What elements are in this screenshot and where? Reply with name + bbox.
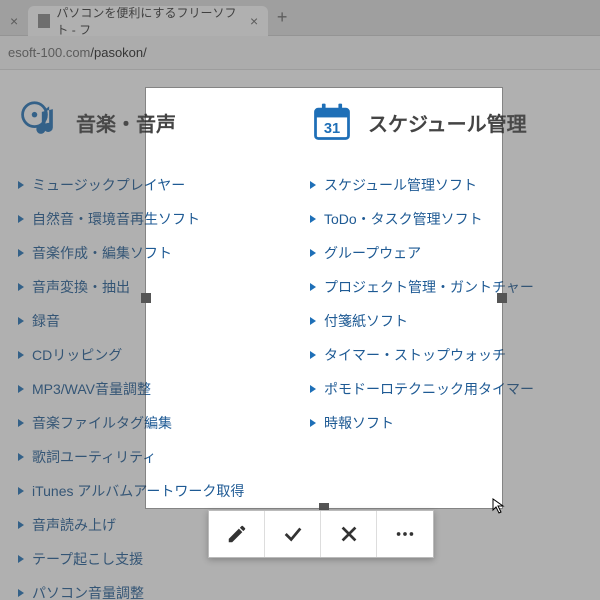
list-item-link[interactable]: 自然音・環境音再生ソフト	[32, 209, 200, 229]
chevron-right-icon	[18, 419, 24, 427]
list-item-link[interactable]: ポモドーロテクニック用タイマー	[324, 379, 534, 399]
list-item[interactable]: 付箋紙ソフト	[310, 304, 582, 338]
list-item-link[interactable]: CDリッピング	[32, 345, 122, 365]
chevron-right-icon	[18, 181, 24, 189]
chevron-right-icon	[18, 283, 24, 291]
chevron-right-icon	[310, 317, 316, 325]
list-item[interactable]: ToDo・タスク管理ソフト	[310, 202, 582, 236]
chevron-right-icon	[310, 249, 316, 257]
category-music: 音楽・音声 ミュージックプレイヤー自然音・環境音再生ソフト音楽作成・編集ソフト音…	[18, 100, 290, 570]
confirm-button[interactable]	[265, 511, 321, 557]
close-icon[interactable]: ×	[250, 13, 258, 29]
url-host: esoft-100.com	[8, 45, 90, 60]
category-header: 31 スケジュール管理	[310, 100, 582, 144]
list-item-link[interactable]: ToDo・タスク管理ソフト	[324, 209, 483, 229]
list-item[interactable]: スケジュール管理ソフト	[310, 168, 582, 202]
list-item-link[interactable]: 録音	[32, 311, 60, 331]
chevron-right-icon	[18, 351, 24, 359]
list-item-link[interactable]: プロジェクト管理・ガントチャー	[324, 277, 534, 297]
favicon-icon	[38, 14, 50, 28]
list-item-link[interactable]: スケジュール管理ソフト	[324, 175, 477, 195]
url-path: /pasokon/	[90, 45, 146, 60]
list-item-link[interactable]: iTunes アルバムアートワーク取得	[32, 481, 244, 501]
chevron-right-icon	[18, 385, 24, 393]
list-item-link[interactable]: MP3/WAV音量調整	[32, 379, 151, 399]
cancel-button[interactable]	[321, 511, 377, 557]
list-item[interactable]: プロジェクト管理・ガントチャー	[310, 270, 582, 304]
list-item-link[interactable]: ミュージックプレイヤー	[32, 175, 185, 195]
chevron-right-icon	[310, 385, 316, 393]
chevron-right-icon	[18, 555, 24, 563]
list-item[interactable]: 歌詞ユーティリティ	[18, 440, 290, 474]
list-item[interactable]: グループウェア	[310, 236, 582, 270]
new-tab-button[interactable]: +	[268, 7, 296, 28]
tab-title: パソコンを便利にするフリーソフト - フ	[56, 4, 244, 38]
list-item-link[interactable]: パソコン音量調整	[32, 583, 144, 600]
list-item-link[interactable]: 音声読み上げ	[32, 515, 116, 535]
chevron-right-icon	[310, 181, 316, 189]
svg-text:31: 31	[324, 121, 340, 137]
list-item-link[interactable]: 音楽ファイルタグ編集	[32, 413, 172, 433]
chevron-right-icon	[18, 249, 24, 257]
music-disc-icon	[18, 100, 62, 144]
list-item-link[interactable]: グループウェア	[324, 243, 421, 263]
list-item-link[interactable]: テープ起こし支援	[32, 549, 143, 569]
list-item[interactable]: ミュージックプレイヤー	[18, 168, 290, 202]
list-item[interactable]: 音楽作成・編集ソフト	[18, 236, 290, 270]
category-title: スケジュール管理	[368, 108, 527, 137]
screenshot-toolbar	[208, 510, 434, 558]
chevron-right-icon	[18, 521, 24, 529]
category-list-schedule: スケジュール管理ソフト ToDo・タスク管理ソフトグループウェアプロジェクト管理・…	[310, 168, 582, 440]
url-bar[interactable]: esoft-100.com/pasokon/	[0, 36, 600, 70]
list-item-link[interactable]: タイマー・ストップウォッチ	[324, 345, 506, 365]
close-icon[interactable]: ×	[10, 13, 18, 29]
list-item[interactable]: 時報ソフト	[310, 406, 582, 440]
list-item-link[interactable]: 音楽作成・編集ソフト	[32, 243, 172, 263]
list-item[interactable]: 音声変換・抽出	[18, 270, 290, 304]
edit-button[interactable]	[209, 511, 265, 557]
more-button[interactable]	[377, 511, 433, 557]
list-item[interactable]: タイマー・ストップウォッチ	[310, 338, 582, 372]
list-item-link[interactable]: 音声変換・抽出	[32, 277, 130, 297]
chevron-right-icon	[18, 215, 24, 223]
chevron-right-icon	[18, 589, 24, 597]
list-item[interactable]: CDリッピング	[18, 338, 290, 372]
list-item[interactable]: 音楽ファイルタグ編集	[18, 406, 290, 440]
list-item-link[interactable]: 付箋紙ソフト	[324, 311, 408, 331]
list-item[interactable]: 録音	[18, 304, 290, 338]
tab-inactive[interactable]: ×	[0, 6, 28, 36]
tab-bar: × パソコンを便利にするフリーソフト - フ × +	[0, 0, 600, 36]
list-item[interactable]: MP3/WAV音量調整	[18, 372, 290, 406]
chevron-right-icon	[18, 487, 24, 495]
chevron-right-icon	[310, 215, 316, 223]
chevron-right-icon	[310, 419, 316, 427]
chevron-right-icon	[18, 317, 24, 325]
list-item[interactable]: 自然音・環境音再生ソフト	[18, 202, 290, 236]
cursor-icon	[492, 498, 508, 514]
tab-active[interactable]: パソコンを便利にするフリーソフト - フ ×	[28, 6, 268, 36]
list-item-link[interactable]: 歌詞ユーティリティ	[32, 447, 156, 467]
category-schedule: 31 スケジュール管理 スケジュール管理ソフト ToDo・タスク管理ソフトグループ…	[310, 100, 582, 570]
calendar-icon: 31	[310, 100, 354, 144]
category-title: 音楽・音声	[76, 108, 176, 137]
chevron-right-icon	[310, 283, 316, 291]
chevron-right-icon	[310, 351, 316, 359]
chevron-right-icon	[18, 453, 24, 461]
list-item[interactable]: iTunes アルバムアートワーク取得	[18, 474, 290, 508]
category-header: 音楽・音声	[18, 100, 290, 144]
list-item[interactable]: パソコン音量調整	[18, 576, 290, 600]
list-item[interactable]: ポモドーロテクニック用タイマー	[310, 372, 582, 406]
list-item-link[interactable]: 時報ソフト	[324, 413, 394, 433]
